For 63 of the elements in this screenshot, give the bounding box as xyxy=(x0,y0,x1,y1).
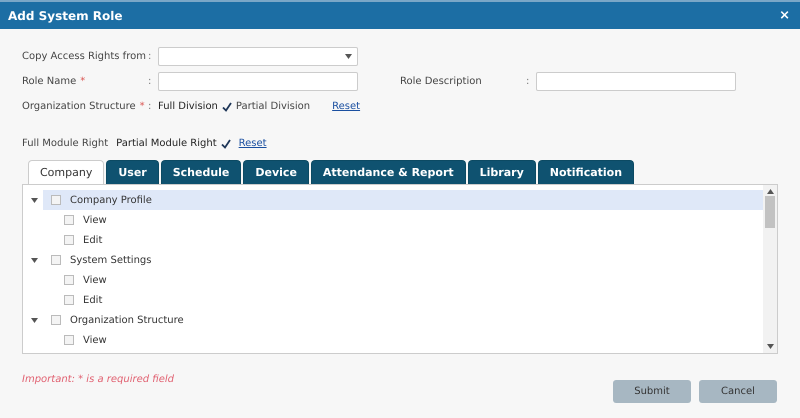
checkbox[interactable] xyxy=(64,335,74,345)
tab[interactable]: Schedule xyxy=(160,160,242,184)
option-label[interactable]: Full Division xyxy=(158,101,218,112)
field-label: Copy Access Rights from xyxy=(22,51,147,62)
required-mark: * xyxy=(80,76,86,87)
tab[interactable]: Attendance & Report xyxy=(310,160,466,184)
cancel-button[interactable]: Cancel xyxy=(699,380,777,403)
tree-item-label: Edit xyxy=(83,294,102,306)
reset-link[interactable]: Reset xyxy=(238,138,267,149)
tree-row[interactable]: Edit xyxy=(23,290,763,310)
separator-colon: : xyxy=(148,76,152,87)
tree-row[interactable]: Edit xyxy=(23,230,763,250)
role-name-field[interactable] xyxy=(158,72,358,91)
tab[interactable]: Company xyxy=(28,160,104,184)
checkbox[interactable] xyxy=(64,215,74,225)
required-field-note: Important: * is a required field xyxy=(22,374,174,385)
checkbox[interactable] xyxy=(51,315,61,325)
separator-colon: : xyxy=(148,51,152,62)
tree-item-label: Company Profile xyxy=(70,194,152,206)
submit-button[interactable]: Submit xyxy=(613,380,691,403)
dropdown-caret-icon[interactable] xyxy=(345,54,352,59)
tab[interactable]: User xyxy=(106,160,159,184)
tree-item-label: Edit xyxy=(83,234,102,246)
option-label[interactable]: Partial Division xyxy=(236,101,310,112)
scrollbar-thumb[interactable] xyxy=(765,196,775,228)
field-label: Organization Structure xyxy=(22,101,136,112)
close-button[interactable]: × xyxy=(779,8,790,23)
tree-row[interactable]: Organization Structure xyxy=(23,310,763,330)
checkbox[interactable] xyxy=(51,195,61,205)
checkmark-icon xyxy=(220,138,231,148)
separator-colon: : xyxy=(526,76,530,87)
tab[interactable]: Notification xyxy=(538,160,634,184)
checkbox[interactable] xyxy=(64,235,74,245)
separator-colon: : xyxy=(148,101,152,112)
checkbox[interactable] xyxy=(64,275,74,285)
scrollbar[interactable] xyxy=(763,185,777,353)
option-label[interactable]: Full Module Right xyxy=(22,138,108,149)
tab[interactable]: Library xyxy=(468,160,536,184)
checkbox[interactable] xyxy=(64,295,74,305)
tree-item-label: View xyxy=(83,274,107,286)
expand-caret-icon[interactable] xyxy=(31,258,38,262)
role-description-field[interactable] xyxy=(536,72,736,91)
checkbox[interactable] xyxy=(51,255,61,265)
required-mark: * xyxy=(140,101,145,112)
tree-item-label: View xyxy=(83,334,107,346)
expand-caret-icon[interactable] xyxy=(31,198,38,202)
tree-item-label: System Settings xyxy=(70,254,152,266)
reset-link[interactable]: Reset xyxy=(332,101,360,112)
tree-item-label: Organization Structure xyxy=(70,314,184,326)
checkmark-icon xyxy=(222,102,232,112)
tree-row[interactable]: View xyxy=(23,210,763,230)
scroll-down-icon[interactable] xyxy=(766,344,774,349)
option-label[interactable]: Partial Module Right xyxy=(116,138,217,149)
field-label: Role Name xyxy=(22,76,76,87)
tree-row[interactable]: System Settings xyxy=(23,250,763,270)
tree-item-label: View xyxy=(83,214,107,226)
scroll-up-icon[interactable] xyxy=(766,189,774,194)
tab[interactable]: Device xyxy=(243,160,309,184)
tree-row[interactable]: View xyxy=(23,270,763,290)
window-title: Add System Role xyxy=(8,8,123,22)
tree-row[interactable]: View xyxy=(23,330,763,350)
expand-caret-icon[interactable] xyxy=(31,318,38,322)
field-label: Role Description xyxy=(400,76,483,87)
